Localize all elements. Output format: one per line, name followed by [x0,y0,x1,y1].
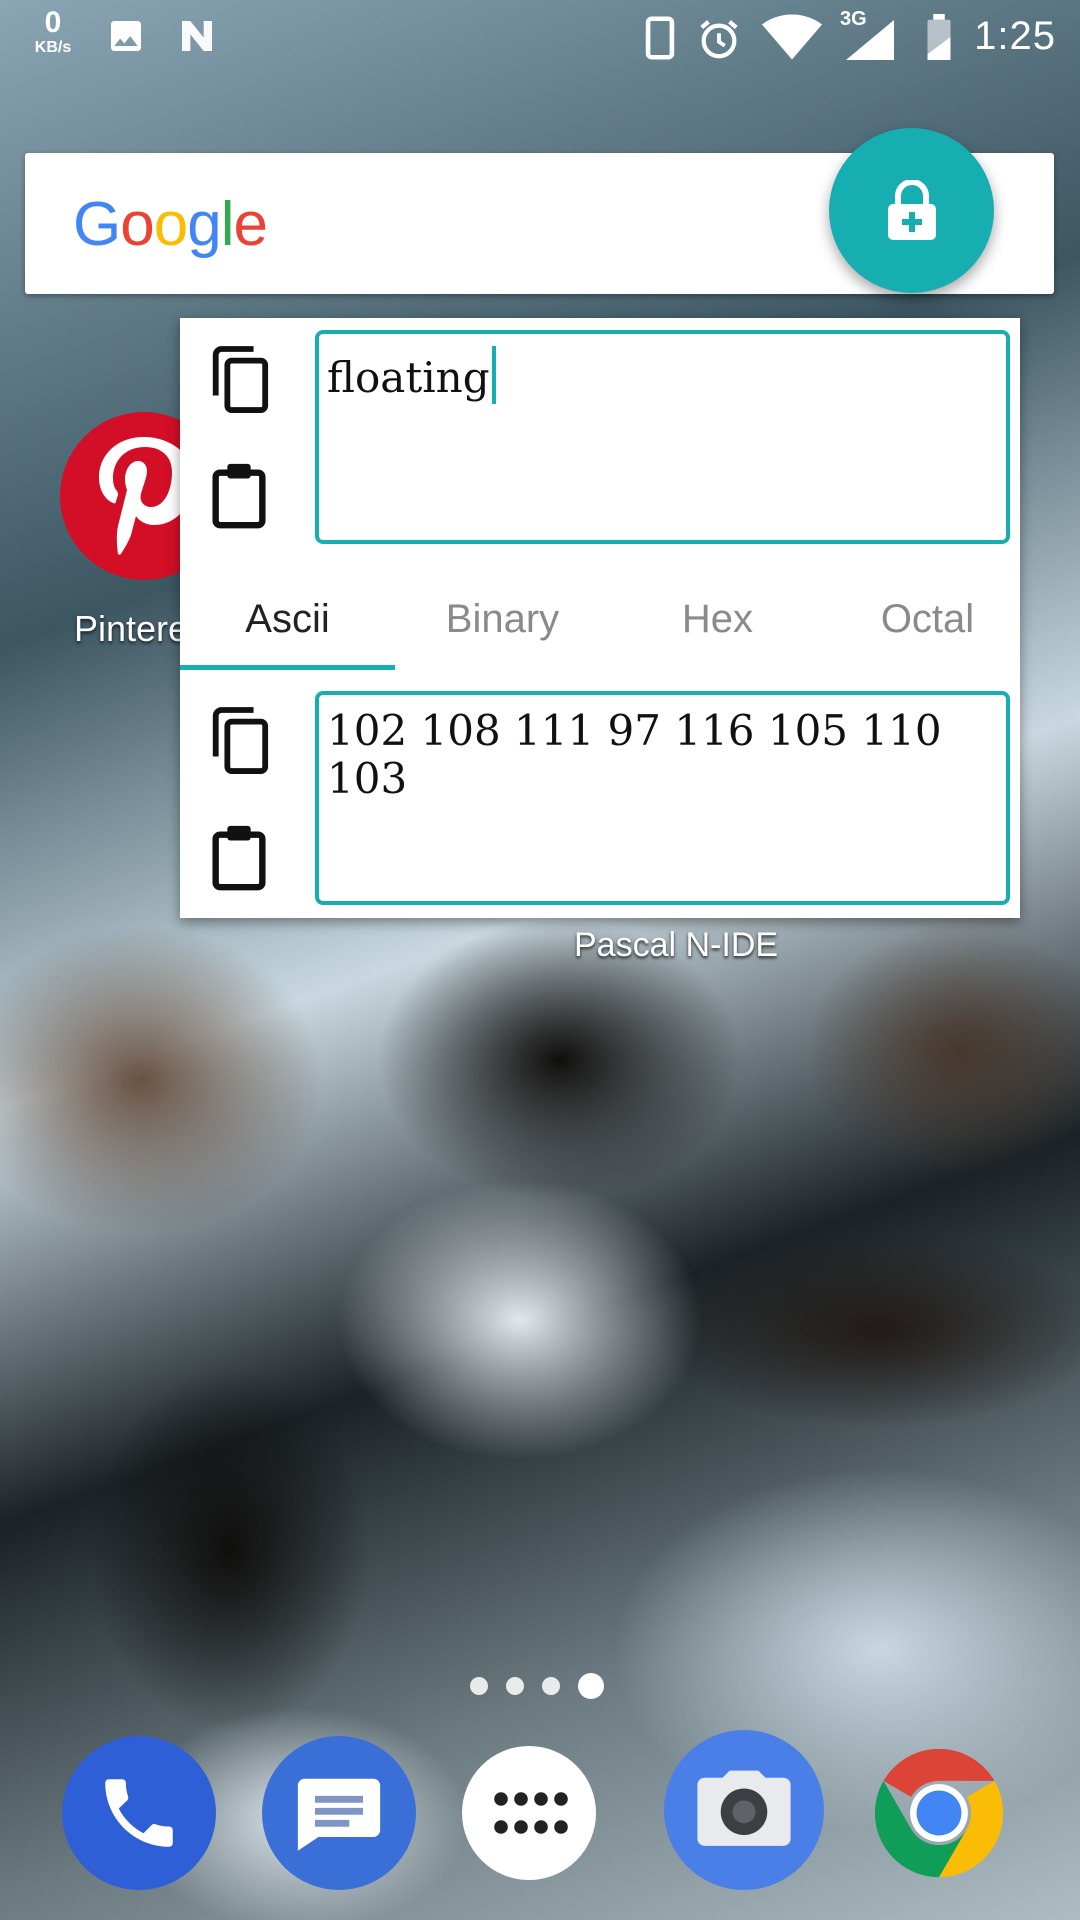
app-drawer-button[interactable] [462,1746,596,1880]
phone-app-icon[interactable] [62,1736,216,1890]
copy-icon [212,707,269,774]
google-logo-letter: o [153,190,188,259]
converter-floating-window: floating Ascii Binary Hex Octal 102 108 … [180,318,1020,918]
page-dot [470,1677,488,1695]
google-logo-letter: o [120,190,154,259]
messages-app-icon[interactable] [262,1736,416,1890]
camera-app-icon[interactable] [664,1730,824,1890]
google-logo-letter: l [220,190,235,259]
camera-icon [697,1770,791,1846]
battery-icon [927,14,951,60]
pascal-n-ide-label: Pascal N-IDE [574,926,779,964]
input-text-value: floating [327,353,490,402]
clock: 1:25 [974,14,1056,58]
phone-handset-icon [105,1779,173,1847]
tab-ascii[interactable]: Ascii [180,568,395,670]
input-text-field[interactable]: floating [315,330,1010,544]
signal-icon [846,20,894,60]
format-tabs: Ascii Binary Hex Octal [180,568,1020,670]
page-dot [542,1677,560,1695]
clipboard-icon [212,463,266,529]
network-speed-indicator: 0 KB/s [26,8,80,56]
active-tab-indicator [180,665,395,670]
page-dot-active [578,1673,604,1699]
status-bar: 0 KB/s 3G 1:25 [0,0,1080,72]
paste-output-button[interactable] [199,818,279,898]
text-cursor [491,346,496,404]
google-logo-letter: G [73,190,121,259]
tab-hex[interactable]: Hex [610,568,825,670]
lock-plus-icon [887,179,936,240]
copy-output-button[interactable] [199,702,279,782]
app-grid-icon [494,1792,568,1834]
image-icon [111,21,141,51]
paste-input-button[interactable] [199,456,279,536]
page-indicator [470,1673,610,1699]
alarm-icon [700,20,738,59]
n-icon [182,21,212,51]
chrome-icon [874,1748,1004,1878]
google-logo-letter: g [187,190,221,259]
network-speed-unit: KB/s [34,39,72,56]
pinterest-label: Pintere [74,608,189,649]
wifi-icon [762,14,822,60]
output-text-field[interactable]: 102 108 111 97 116 105 110 103 [315,691,1010,905]
tab-octal[interactable]: Octal [820,568,1035,670]
message-bubble-icon [297,1778,381,1851]
copy-icon [212,346,269,413]
chrome-app-icon[interactable] [862,1736,1016,1890]
tab-binary[interactable]: Binary [395,568,610,670]
network-speed-value: 0 [44,6,62,39]
lock-fab-button[interactable] [829,128,994,293]
google-logo: Google [73,189,268,260]
phone-icon [645,16,675,60]
copy-input-button[interactable] [199,341,279,421]
clipboard-icon [212,825,266,891]
page-dot [506,1677,524,1695]
google-logo-letter: e [233,190,267,259]
output-text-value: 102 108 111 97 116 105 110 103 [327,706,942,803]
